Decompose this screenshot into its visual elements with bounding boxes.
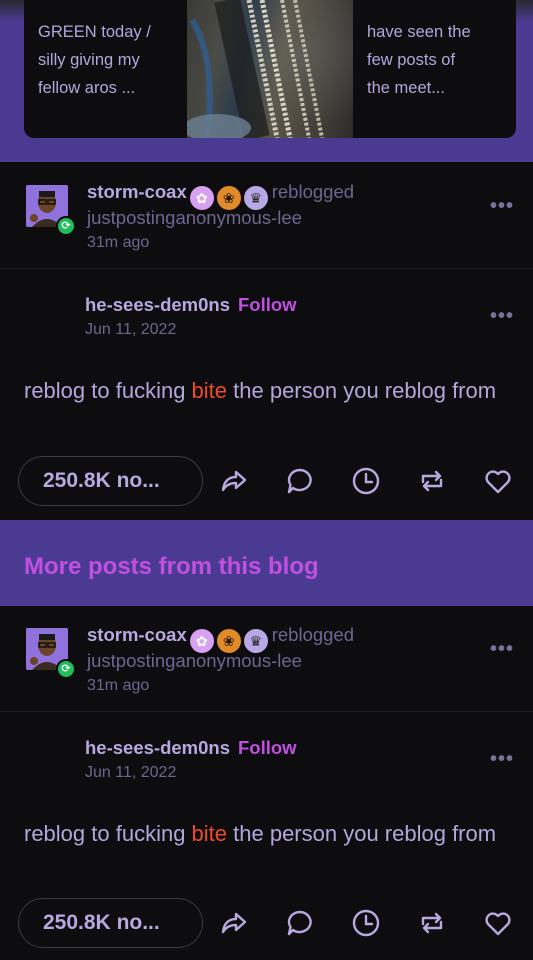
- reblogger-name[interactable]: storm-coax: [87, 181, 187, 202]
- post-date: Jun 11, 2022: [85, 321, 177, 338]
- more-options-icon[interactable]: •••: [490, 305, 514, 328]
- post-text-start: reblog to fucking: [24, 821, 192, 846]
- heart-icon[interactable]: [483, 908, 513, 938]
- reblog-source[interactable]: justpostinganonymous-lee: [87, 207, 302, 229]
- share-icon[interactable]: [218, 908, 248, 938]
- share-icon[interactable]: [218, 466, 248, 496]
- reblog-time: 31m ago: [87, 677, 150, 694]
- more-posts-banner: More posts from this blog: [0, 520, 533, 606]
- card-left-line-1: GREEN today /: [38, 23, 151, 41]
- reblog-header: ⟳ storm-coax ✿ ❀ ♛ reblogged justpostinganon…: [0, 606, 533, 712]
- post-text-highlight: bite: [191, 378, 228, 403]
- notes-label: no...: [116, 469, 160, 492]
- op-name[interactable]: he-sees-dem0ns: [85, 737, 230, 758]
- reblogger-line: storm-coax ✿ ❀ ♛ reblogged: [87, 181, 354, 210]
- card-right-line-2: few posts of: [367, 51, 456, 69]
- reply-icon[interactable]: [285, 908, 315, 938]
- recommended-card-left-text: GREEN today / silly giving my fellow aro…: [38, 18, 151, 102]
- reblog-header: ⟳ storm-coax ✿ ❀ ♛ reblogged justpostinganon…: [0, 163, 533, 269]
- follow-button[interactable]: Follow: [238, 294, 297, 315]
- reblogger-line: storm-coax ✿ ❀ ♛ reblogged: [87, 624, 354, 653]
- heart-icon[interactable]: [483, 466, 513, 496]
- reblog-time: 31m ago: [87, 234, 150, 251]
- reblog-source[interactable]: justpostinganonymous-lee: [87, 650, 302, 672]
- recommended-card-right-text: have seen the few posts of the meet...: [367, 18, 471, 102]
- reblog-badge-icon: ⟳: [56, 659, 76, 679]
- recommended-card-left[interactable]: GREEN today / silly giving my fellow aro…: [24, 0, 187, 138]
- clock-icon[interactable]: [351, 466, 381, 496]
- more-options-icon[interactable]: •••: [490, 748, 514, 771]
- recommended-card-image[interactable]: [187, 0, 353, 138]
- recommended-card-right[interactable]: have seen the few posts of the meet...: [353, 0, 516, 138]
- post-text-end: the person you reblog from: [227, 378, 497, 403]
- card-left-line-2: silly giving my: [38, 51, 140, 69]
- post-text-start: reblog to fucking: [24, 378, 192, 403]
- more-options-icon[interactable]: •••: [490, 195, 514, 218]
- post-text-highlight: bite: [191, 821, 228, 846]
- op-name[interactable]: he-sees-dem0ns: [85, 294, 230, 315]
- notes-count: 250.8K: [43, 911, 111, 934]
- reblog-icon[interactable]: [417, 908, 447, 938]
- reply-icon[interactable]: [285, 466, 315, 496]
- follow-button[interactable]: Follow: [238, 737, 297, 758]
- notes-count: 250.8K: [43, 469, 111, 492]
- notes-label: no...: [116, 911, 160, 934]
- clock-icon[interactable]: [351, 908, 381, 938]
- post-date: Jun 11, 2022: [85, 764, 177, 781]
- reblogged-label: reblogged: [271, 181, 355, 202]
- original-poster-line: he-sees-dem0ns Follow: [85, 737, 297, 759]
- card-right-line-1: have seen the: [367, 23, 471, 41]
- notes-button[interactable]: 250.8K no...: [18, 898, 203, 948]
- zipper-photo: [187, 0, 353, 138]
- reblog-badge-icon: ⟳: [56, 216, 76, 236]
- more-options-icon[interactable]: •••: [490, 638, 514, 661]
- notes-button[interactable]: 250.8K no...: [18, 456, 203, 506]
- more-posts-title[interactable]: More posts from this blog: [24, 553, 319, 581]
- reblog-icon[interactable]: [417, 466, 447, 496]
- reblogged-label: reblogged: [271, 624, 355, 645]
- post-text-end: the person you reblog from: [227, 821, 497, 846]
- reblogger-name[interactable]: storm-coax: [87, 624, 187, 645]
- card-right-line-3: the meet...: [367, 79, 445, 97]
- post-body: reblog to fucking bite the person you re…: [24, 373, 514, 409]
- card-left-line-3: fellow aros ...: [38, 79, 136, 97]
- original-poster-line: he-sees-dem0ns Follow: [85, 294, 297, 316]
- post-body: reblog to fucking bite the person you re…: [24, 816, 514, 852]
